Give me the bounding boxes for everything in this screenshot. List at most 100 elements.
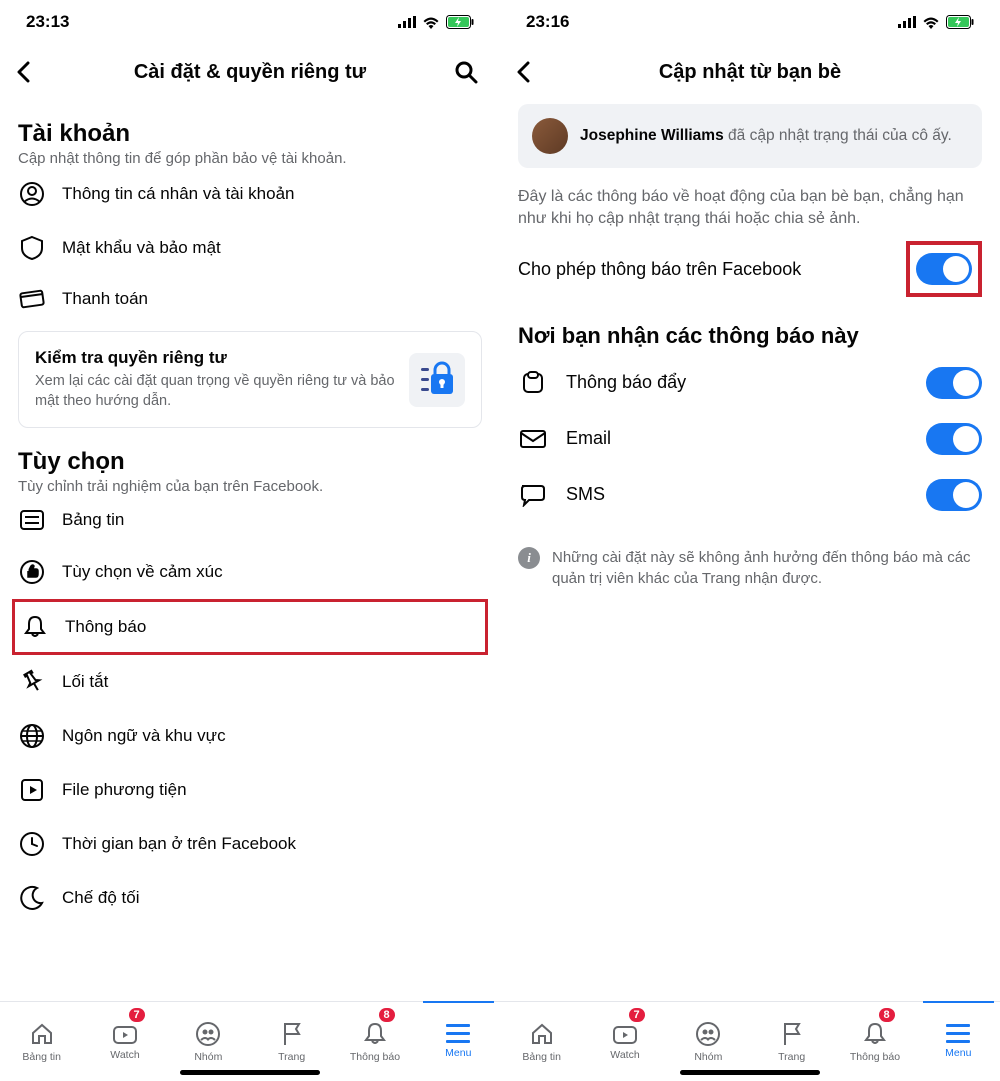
push-icon <box>518 370 548 396</box>
tab-menu[interactable]: Menu <box>917 1002 1000 1081</box>
badge: 8 <box>879 1008 895 1022</box>
info-icon: i <box>518 547 540 569</box>
profile-info-row[interactable]: Thông tin cá nhân và tài khoản <box>18 167 482 221</box>
signal-icon <box>398 16 416 28</box>
menu-icon <box>946 1024 970 1043</box>
badge: 7 <box>629 1008 645 1022</box>
time-row[interactable]: Thời gian bạn ở trên Facebook <box>18 817 482 871</box>
pin-icon <box>18 669 46 695</box>
wifi-icon <box>922 16 940 29</box>
groups-icon <box>695 1021 721 1047</box>
sms-toggle[interactable] <box>926 479 982 511</box>
bell-icon <box>862 1021 888 1047</box>
row-label: Lối tắt <box>62 672 108 692</box>
content-area: Josephine Williams đã cập nhật trạng thá… <box>500 100 1000 1081</box>
privacy-lock-icon <box>409 353 465 407</box>
tab-label: Nhóm <box>694 1051 722 1063</box>
example-name: Josephine Williams <box>580 127 724 144</box>
tab-label: Watch <box>610 1049 639 1061</box>
tab-menu[interactable]: Menu <box>417 1002 500 1081</box>
tab-bar: Bảng tin 7 Watch Nhóm Trang 8 Thông báo … <box>0 1001 500 1081</box>
tab-label: Watch <box>110 1049 139 1061</box>
example-text: Josephine Williams đã cập nhật trạng thá… <box>580 126 952 146</box>
tab-newsfeed[interactable]: Bảng tin <box>500 1002 583 1081</box>
row-label: Thanh toán <box>62 289 148 309</box>
email-toggle[interactable] <box>926 423 982 455</box>
push-toggle[interactable] <box>926 367 982 399</box>
card-icon <box>18 289 46 309</box>
newsfeed-row[interactable]: Bảng tin <box>18 495 482 545</box>
shortcuts-row[interactable]: Lối tắt <box>18 655 482 709</box>
tab-watch[interactable]: 7 Watch <box>583 1002 666 1081</box>
password-security-row[interactable]: Mật khẩu và bảo mật <box>18 221 482 275</box>
avatar <box>532 118 568 154</box>
sms-row[interactable]: SMS <box>518 467 982 523</box>
shield-icon <box>18 235 46 261</box>
flag-icon <box>281 1021 303 1047</box>
notifications-row[interactable]: Thông báo <box>19 604 481 650</box>
account-subtitle: Cập nhật thông tin để góp phần bảo vệ tà… <box>18 150 482 167</box>
status-time: 23:16 <box>526 12 569 32</box>
home-indicator <box>180 1070 320 1075</box>
tab-label: Thông báo <box>350 1051 400 1063</box>
home-icon <box>29 1021 55 1047</box>
row-label: Chế độ tối <box>62 888 140 908</box>
push-row[interactable]: Thông báo đẩy <box>518 355 982 411</box>
status-time: 23:13 <box>26 12 69 32</box>
reactions-row[interactable]: Tùy chọn về cảm xúc <box>18 545 482 599</box>
tab-label: Thông báo <box>850 1051 900 1063</box>
screen-header: Cập nhật từ bạn bè <box>500 44 1000 100</box>
email-row[interactable]: Email <box>518 411 982 467</box>
media-row[interactable]: File phương tiện <box>18 763 482 817</box>
account-section: Tài khoản Cập nhật thông tin để góp phần… <box>18 120 482 428</box>
tab-newsfeed[interactable]: Bảng tin <box>0 1002 83 1081</box>
chevron-left-icon <box>16 61 30 83</box>
card-desc: Xem lại các cài đặt quan trọng về quyền … <box>35 372 397 411</box>
friends-updates-screen: 23:16 Cập nhật từ bạn bè Josephine Willi… <box>500 0 1000 1081</box>
payment-row[interactable]: Thanh toán <box>18 275 482 323</box>
tab-label: Trang <box>778 1051 805 1063</box>
signal-icon <box>898 16 916 28</box>
tab-label: Menu <box>945 1047 971 1059</box>
tab-notifications[interactable]: 8 Thông báo <box>833 1002 916 1081</box>
back-button[interactable] <box>16 61 46 83</box>
options-section: Tùy chọn Tùy chỉnh trải nghiệm của bạn t… <box>18 448 482 925</box>
row-label: Email <box>566 428 611 449</box>
status-indicators <box>398 15 474 29</box>
darkmode-row[interactable]: Chế độ tối <box>18 871 482 925</box>
row-label: Thời gian bạn ở trên Facebook <box>62 834 296 854</box>
media-icon <box>18 777 46 803</box>
watch-icon <box>612 1023 638 1045</box>
allow-toggle[interactable] <box>916 253 972 285</box>
settings-screen: 23:13 Cài đặt & quyền riêng tư Tài khoản… <box>0 0 500 1081</box>
tab-label: Bảng tin <box>22 1051 61 1063</box>
battery-icon <box>946 15 974 29</box>
search-icon <box>454 60 478 84</box>
back-button[interactable] <box>516 61 546 83</box>
row-label: File phương tiện <box>62 780 187 800</box>
menu-icon <box>446 1024 470 1043</box>
tab-label: Trang <box>278 1051 305 1063</box>
home-indicator <box>680 1070 820 1075</box>
example-suffix: đã cập nhật trạng thái của cô ấy. <box>724 127 952 144</box>
clock-icon <box>18 831 46 857</box>
row-label: Ngôn ngữ và khu vực <box>62 726 226 746</box>
watch-icon <box>112 1023 138 1045</box>
status-bar: 23:16 <box>500 0 1000 44</box>
footer-note: i Những cài đặt này sẽ không ảnh hưởng đ… <box>518 547 982 589</box>
privacy-check-card[interactable]: Kiểm tra quyền riêng tư Xem lại các cài … <box>18 331 482 428</box>
highlight-toggle <box>906 241 982 297</box>
language-row[interactable]: Ngôn ngữ và khu vực <box>18 709 482 763</box>
search-button[interactable] <box>454 60 484 84</box>
tab-label: Menu <box>445 1047 471 1059</box>
tab-watch[interactable]: 7 Watch <box>83 1002 166 1081</box>
tab-label: Bảng tin <box>522 1051 561 1063</box>
header-title: Cập nhật từ bạn bè <box>546 61 954 84</box>
screen-header: Cài đặt & quyền riêng tư <box>0 44 500 100</box>
flag-icon <box>781 1021 803 1047</box>
badge: 8 <box>379 1008 395 1022</box>
header-title: Cài đặt & quyền riêng tư <box>46 61 454 84</box>
globe-icon <box>18 723 46 749</box>
options-title: Tùy chọn <box>18 448 482 476</box>
tab-notifications[interactable]: 8 Thông báo <box>333 1002 416 1081</box>
